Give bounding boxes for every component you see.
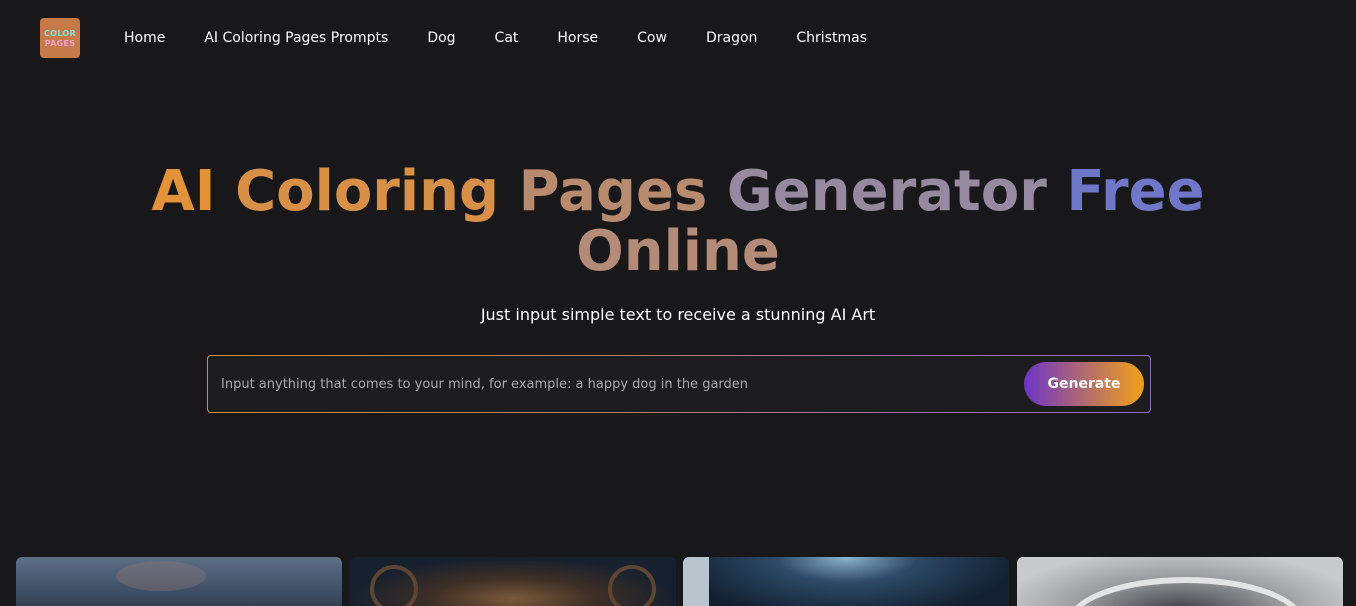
top-navbar: COLOR PAGES Home AI Coloring Pages Promp… — [0, 0, 1356, 76]
title-word-online: Online — [576, 219, 780, 284]
prompt-search-inner: Generate — [208, 356, 1150, 412]
nav-link-dog[interactable]: Dog — [427, 30, 455, 46]
logo-text-line-2: PAGES — [44, 38, 76, 48]
title-word-pages: Pages — [518, 159, 708, 224]
nav-link-cow[interactable]: Cow — [637, 30, 667, 46]
title-word-coloring: Coloring — [235, 159, 500, 224]
nav-link-horse[interactable]: Horse — [557, 30, 598, 46]
nav-link-ai-coloring-pages-prompts[interactable]: AI Coloring Pages Prompts — [204, 30, 388, 46]
site-logo[interactable]: COLOR PAGES — [40, 18, 80, 58]
hero-subtitle: Just input simple text to receive a stun… — [480, 305, 876, 324]
hero-title-line-2: Online — [150, 222, 1206, 282]
hero-title-line-1: AI Coloring Pages Generator Free — [150, 162, 1206, 222]
logo-text-line-1: COLOR — [44, 28, 76, 38]
hero-title: AI Coloring Pages Generator Free Online — [150, 162, 1206, 282]
gallery-card-image[interactable] — [350, 557, 676, 606]
gallery-card-image[interactable] — [16, 557, 342, 606]
example-gallery — [16, 557, 1343, 606]
title-word-free: Free — [1066, 159, 1205, 224]
main-nav: Home AI Coloring Pages Prompts Dog Cat H… — [124, 0, 906, 76]
generate-button[interactable]: Generate — [1024, 362, 1144, 406]
gallery-card-image[interactable] — [1017, 557, 1343, 606]
title-word-ai: AI — [151, 159, 216, 224]
prompt-search-box: Generate — [207, 355, 1151, 413]
gallery-card-image[interactable] — [683, 557, 1009, 606]
nav-link-cat[interactable]: Cat — [495, 30, 519, 46]
nav-link-dragon[interactable]: Dragon — [706, 30, 757, 46]
nav-link-christmas[interactable]: Christmas — [796, 30, 867, 46]
nav-link-home[interactable]: Home — [124, 30, 165, 46]
prompt-input[interactable] — [221, 356, 1011, 412]
title-word-generator: Generator — [726, 159, 1047, 224]
